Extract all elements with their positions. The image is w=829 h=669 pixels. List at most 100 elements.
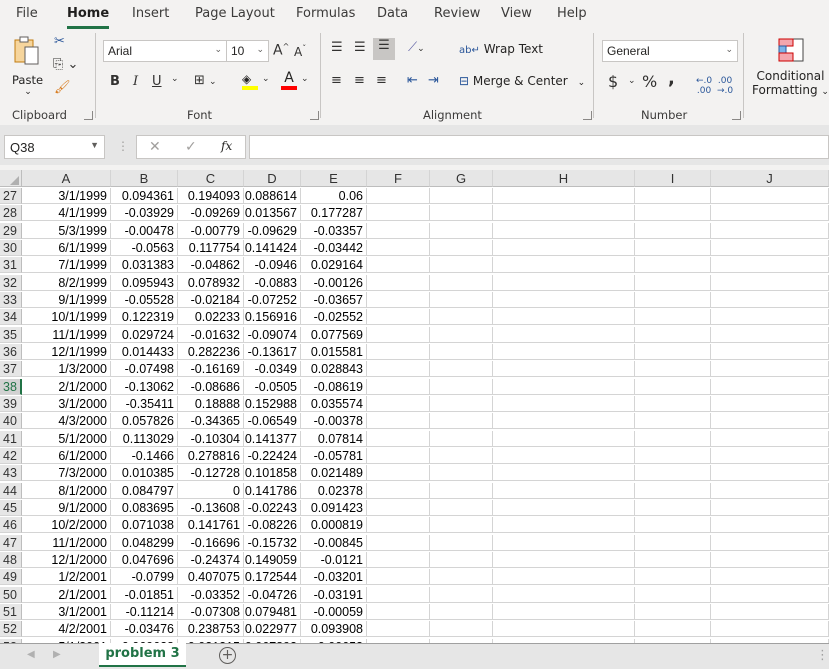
row-header[interactable]: 49 — [0, 569, 22, 586]
cell-a33[interactable]: 9/1/1999 — [22, 291, 111, 308]
chevron-down-icon[interactable]: ⌄ — [301, 74, 309, 84]
tab-data[interactable]: Data — [377, 6, 408, 21]
cell-g34[interactable] — [430, 309, 493, 326]
increase-indent-icon[interactable]: ⇥ — [428, 73, 439, 88]
cell-j41[interactable] — [711, 430, 829, 447]
cell-i45[interactable] — [635, 499, 711, 516]
cell-c39[interactable]: 0.18888 — [178, 395, 244, 412]
cell-j29[interactable] — [711, 222, 829, 239]
cell-e36[interactable]: 0.015581 — [301, 343, 367, 360]
cell-f47[interactable] — [367, 534, 430, 551]
cell-i29[interactable] — [635, 222, 711, 239]
cell-g29[interactable] — [430, 222, 493, 239]
cell-h48[interactable] — [493, 551, 635, 568]
row-header[interactable]: 31 — [0, 257, 22, 274]
cell-j47[interactable] — [711, 534, 829, 551]
cell-j32[interactable] — [711, 274, 829, 291]
cell-h30[interactable] — [493, 239, 635, 256]
align-middle-icon[interactable]: ☰ — [354, 40, 366, 55]
align-top-icon[interactable]: ☰ — [331, 40, 343, 55]
cell-c44[interactable]: 0 — [178, 482, 244, 499]
cell-h35[interactable] — [493, 326, 635, 343]
cell-b41[interactable]: 0.113029 — [111, 430, 178, 447]
cell-d48[interactable]: 0.149059 — [244, 551, 301, 568]
cell-a52[interactable]: 4/2/2001 — [22, 621, 111, 638]
number-launcher[interactable] — [732, 111, 741, 120]
cell-h46[interactable] — [493, 517, 635, 534]
cell-b27[interactable]: 0.094361 — [111, 188, 178, 204]
cell-g28[interactable] — [430, 205, 493, 222]
cell-g48[interactable] — [430, 551, 493, 568]
cell-c37[interactable]: -0.16169 — [178, 361, 244, 378]
row-header[interactable]: 47 — [0, 534, 22, 551]
cell-d29[interactable]: -0.09629 — [244, 222, 301, 239]
column-header-i[interactable]: I — [635, 170, 711, 187]
cell-c46[interactable]: 0.141761 — [178, 517, 244, 534]
add-sheet-button[interactable]: + — [219, 647, 236, 664]
cell-i47[interactable] — [635, 534, 711, 551]
cell-c45[interactable]: -0.13608 — [178, 499, 244, 516]
cell-e43[interactable]: 0.021489 — [301, 465, 367, 482]
cell-c51[interactable]: -0.07308 — [178, 603, 244, 620]
cell-j50[interactable] — [711, 586, 829, 603]
cell-h37[interactable] — [493, 361, 635, 378]
cell-a31[interactable]: 7/1/1999 — [22, 257, 111, 274]
enter-icon[interactable]: ✓ — [185, 139, 197, 155]
cut-icon[interactable]: ✂ — [54, 34, 65, 49]
cell-d45[interactable]: -0.02243 — [244, 499, 301, 516]
percent-button[interactable]: % — [642, 72, 657, 91]
cell-f44[interactable] — [367, 482, 430, 499]
cancel-icon[interactable]: ✕ — [149, 139, 161, 155]
cell-e29[interactable]: -0.03357 — [301, 222, 367, 239]
tab-insert[interactable]: Insert — [132, 6, 169, 21]
cell-h39[interactable] — [493, 395, 635, 412]
cell-f39[interactable] — [367, 395, 430, 412]
cell-b32[interactable]: 0.095943 — [111, 274, 178, 291]
cell-c29[interactable]: -0.00779 — [178, 222, 244, 239]
cell-g32[interactable] — [430, 274, 493, 291]
column-header-d[interactable]: D — [244, 170, 301, 187]
cell-i39[interactable] — [635, 395, 711, 412]
cell-b37[interactable]: -0.07498 — [111, 361, 178, 378]
cell-a34[interactable]: 10/1/1999 — [22, 309, 111, 326]
merge-center-button[interactable]: ⊟ Merge & Center ⌄ — [459, 74, 585, 88]
cell-a51[interactable]: 3/1/2001 — [22, 603, 111, 620]
cell-h41[interactable] — [493, 430, 635, 447]
row-header[interactable]: 39 — [0, 395, 22, 412]
cell-b47[interactable]: 0.048299 — [111, 534, 178, 551]
cell-c52[interactable]: 0.238753 — [178, 621, 244, 638]
row-header[interactable]: 36 — [0, 343, 22, 360]
cell-j34[interactable] — [711, 309, 829, 326]
cell-c36[interactable]: 0.282236 — [178, 343, 244, 360]
cell-e41[interactable]: 0.07814 — [301, 430, 367, 447]
orientation-icon[interactable]: ⟋⌄ — [408, 40, 425, 55]
cell-j37[interactable] — [711, 361, 829, 378]
cell-j52[interactable] — [711, 621, 829, 638]
cell-f29[interactable] — [367, 222, 430, 239]
cell-e45[interactable]: 0.091423 — [301, 499, 367, 516]
cell-f31[interactable] — [367, 257, 430, 274]
cell-a40[interactable]: 4/3/2000 — [22, 413, 111, 430]
cell-c27[interactable]: 0.194093 — [178, 188, 244, 204]
cell-a39[interactable]: 3/1/2000 — [22, 395, 111, 412]
cell-e46[interactable]: 0.000819 — [301, 517, 367, 534]
cell-a32[interactable]: 8/2/1999 — [22, 274, 111, 291]
tab-file[interactable]: File — [16, 6, 38, 21]
cell-c30[interactable]: 0.117754 — [178, 239, 244, 256]
cell-i40[interactable] — [635, 413, 711, 430]
cell-i49[interactable] — [635, 569, 711, 586]
number-format-combo[interactable]: General ⌄ — [602, 40, 738, 62]
cell-e38[interactable]: -0.08619 — [301, 378, 367, 395]
cell-b46[interactable]: 0.071038 — [111, 517, 178, 534]
cell-d33[interactable]: -0.07252 — [244, 291, 301, 308]
cell-f45[interactable] — [367, 499, 430, 516]
cell-f36[interactable] — [367, 343, 430, 360]
cell-g33[interactable] — [430, 291, 493, 308]
cell-e27[interactable]: 0.06 — [301, 188, 367, 204]
cell-c35[interactable]: -0.01632 — [178, 326, 244, 343]
cell-f32[interactable] — [367, 274, 430, 291]
cell-b36[interactable]: 0.014433 — [111, 343, 178, 360]
cell-i51[interactable] — [635, 603, 711, 620]
cell-g37[interactable] — [430, 361, 493, 378]
row-header[interactable]: 40 — [0, 413, 22, 430]
